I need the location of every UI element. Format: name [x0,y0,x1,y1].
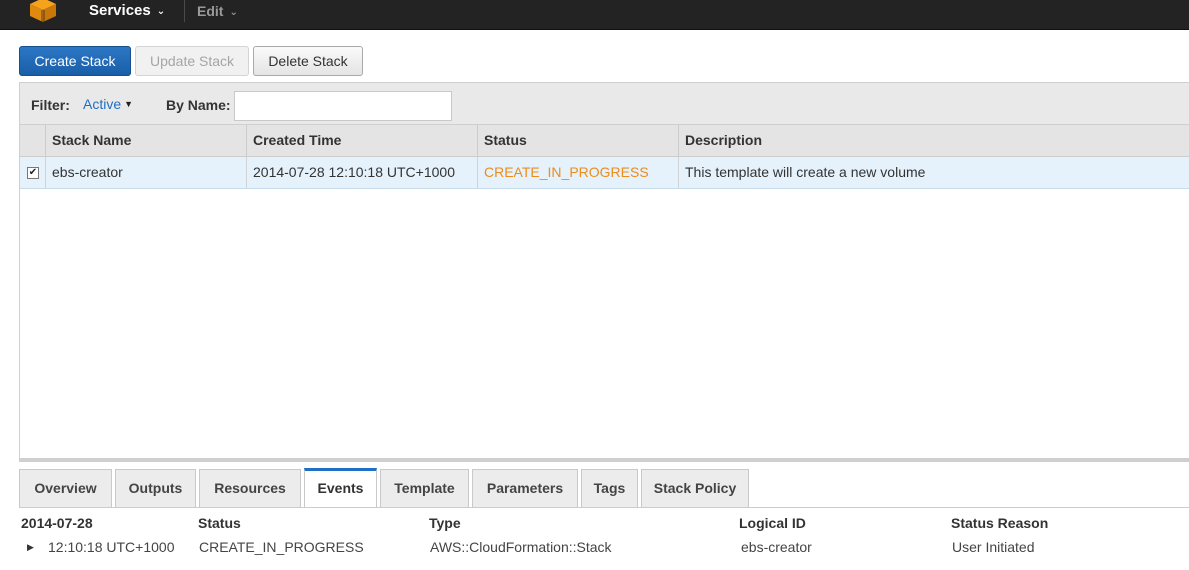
tab-resources[interactable]: Resources [199,469,301,507]
events-column-type: Type [429,515,461,531]
tab-template[interactable]: Template [380,469,469,507]
events-table-header: 2014-07-28 Status Type Logical ID Status… [0,515,1189,535]
filter-dropdown-value: Active [83,96,122,112]
event-status-reason: User Initiated [952,539,1035,555]
event-logical-id: ebs-creator [741,539,812,555]
status-cell: CREATE_IN_PROGRESS [477,157,678,188]
tab-outputs[interactable]: Outputs [115,469,196,507]
column-header-created-time[interactable]: Created Time [246,125,477,156]
chevron-down-icon: ⌄ [156,6,166,17]
tab-overview[interactable]: Overview [19,469,112,507]
event-type: AWS::CloudFormation::Stack [430,539,612,555]
select-column-header [20,125,45,156]
event-status: CREATE_IN_PROGRESS [199,539,364,555]
by-name-search-input[interactable] [234,91,452,121]
events-column-logical-id: Logical ID [739,515,806,531]
filter-bar: Filter: Active ▼ By Name: [20,83,1189,125]
update-stack-button[interactable]: Update Stack [135,46,249,76]
column-header-status[interactable]: Status [477,125,678,156]
event-row[interactable]: ▶ 12:10:18 UTC+1000 CREATE_IN_PROGRESS A… [0,539,1189,559]
row-select-cell: ✔ [20,157,45,188]
caret-down-icon: ▼ [124,99,134,109]
table-row[interactable]: ✔ ebs-creator 2014-07-28 12:10:18 UTC+10… [20,157,1189,189]
top-nav-bar: Services ⌄ Edit ⌄ [0,0,1189,30]
event-time: 12:10:18 UTC+1000 [48,539,175,555]
chevron-down-icon: ⌄ [229,7,238,18]
description-cell: This template will create a new volume [678,157,1189,188]
column-header-description[interactable]: Description [678,125,1189,156]
tab-events[interactable]: Events [304,468,377,507]
nav-divider [184,0,185,22]
services-menu-label: Services [89,2,151,19]
row-checkbox[interactable]: ✔ [27,167,39,179]
edit-menu[interactable]: Edit ⌄ [197,3,238,19]
column-header-stack-name[interactable]: Stack Name [45,125,246,156]
services-menu[interactable]: Services ⌄ [89,2,165,19]
created-time-cell: 2014-07-28 12:10:18 UTC+1000 [246,157,477,188]
edit-menu-label: Edit [197,3,224,19]
stack-list-panel: Filter: Active ▼ By Name: Stack Name Crea… [19,82,1189,462]
delete-stack-button[interactable]: Delete Stack [253,46,363,76]
detail-tabs: Overview Outputs Resources Events Templa… [19,462,1189,508]
aws-cube-logo-icon[interactable] [30,0,56,22]
tab-parameters[interactable]: Parameters [472,469,578,507]
events-column-status: Status [198,515,241,531]
expand-arrow-icon[interactable]: ▶ [27,542,34,553]
filter-label: Filter: [31,97,70,113]
tab-stack-policy[interactable]: Stack Policy [641,469,749,507]
events-date-header: 2014-07-28 [21,515,93,531]
stack-name-cell: ebs-creator [45,157,246,188]
by-name-label: By Name: [166,97,231,113]
tab-tags[interactable]: Tags [581,469,638,507]
stacks-table-header: Stack Name Created Time Status Descripti… [20,125,1189,157]
create-stack-button[interactable]: Create Stack [19,46,131,76]
events-column-status-reason: Status Reason [951,515,1049,531]
filter-dropdown[interactable]: Active ▼ [83,96,133,112]
